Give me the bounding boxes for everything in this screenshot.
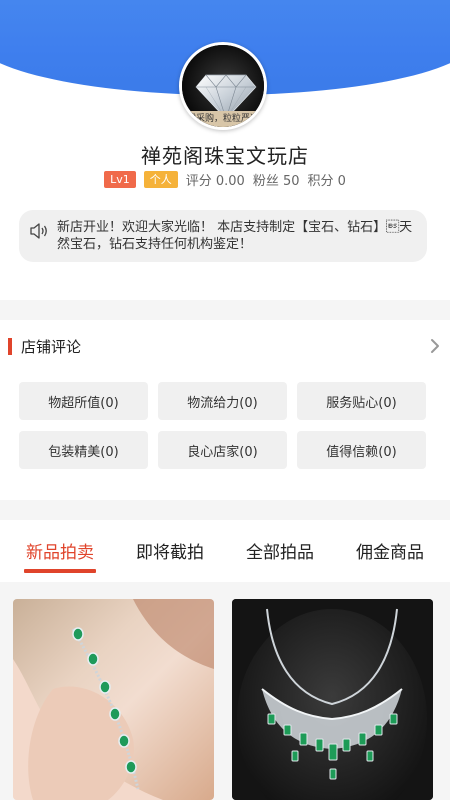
review-tag[interactable]: 值得信赖(0) — [297, 431, 426, 469]
tab-new-auctions[interactable]: 新品拍卖 — [22, 520, 98, 582]
avatar-caption: 球采购，粒粒严选 — [182, 111, 264, 127]
product-card-necklace[interactable] — [232, 599, 433, 800]
shop-type-badge: 个人 — [143, 170, 178, 188]
shop-reviews-section: 店铺评论 物超所值(0) 物流给力(0) 服务贴心(0) 包装精美(0) 良心店… — [0, 320, 450, 500]
section-accent-bar — [8, 337, 12, 355]
shop-page: 球采购，粒粒严选 禅苑阁珠宝文玩店 Lv1 个人 评分 0.00 粉丝 50 积… — [0, 0, 450, 800]
product-card-bracelet[interactable] — [13, 599, 214, 800]
level-badge: Lv1 — [104, 170, 136, 188]
product-grid — [0, 582, 450, 800]
reviews-title: 店铺评论 — [21, 337, 82, 356]
review-tag[interactable]: 包装精美(0) — [19, 431, 148, 469]
review-tag[interactable]: 物流给力(0) — [158, 382, 287, 420]
shop-rating: 评分 0.00 — [185, 173, 245, 189]
speaker-icon — [30, 223, 47, 239]
review-tag-grid: 物超所值(0) 物流给力(0) 服务贴心(0) 包装精美(0) 良心店家(0) … — [19, 382, 427, 469]
review-tag[interactable]: 服务贴心(0) — [297, 382, 426, 420]
shop-points: 积分 0 — [307, 173, 346, 189]
shop-fans: 粉丝 50 — [252, 173, 300, 189]
notice-text: 新店开业！欢迎大家光临！ 本店支持制定【宝石、钻石】天然宝石，钻石支持任何机构… — [57, 220, 413, 252]
emerald-necklace-image — [232, 599, 433, 800]
review-tag[interactable]: 物超所值(0) — [19, 382, 148, 420]
tab-commission-items[interactable]: 佣金商品 — [352, 520, 428, 582]
shop-notice: 新店开业！欢迎大家光临！ 本店支持制定【宝石、钻石】天然宝石，钻石支持任何机构… — [19, 210, 427, 262]
shop-avatar[interactable]: 球采购，粒粒严选 — [179, 42, 267, 130]
review-tag[interactable]: 良心店家(0) — [158, 431, 287, 469]
tab-all-lots[interactable]: 全部拍品 — [242, 520, 318, 582]
auction-tabs: 新品拍卖 即将截拍 全部拍品 佣金商品 — [0, 520, 450, 582]
shop-name: 禅苑阁珠宝文玩店 — [141, 144, 309, 168]
chevron-right-icon[interactable] — [430, 338, 440, 354]
tab-ending-soon[interactable]: 即将截拍 — [132, 520, 208, 582]
emerald-bracelet-image — [13, 599, 214, 800]
reviews-header[interactable]: 店铺评论 — [8, 337, 82, 356]
shop-meta-row: Lv1 个人 评分 0.00 粉丝 50 积分 0 — [0, 170, 450, 189]
